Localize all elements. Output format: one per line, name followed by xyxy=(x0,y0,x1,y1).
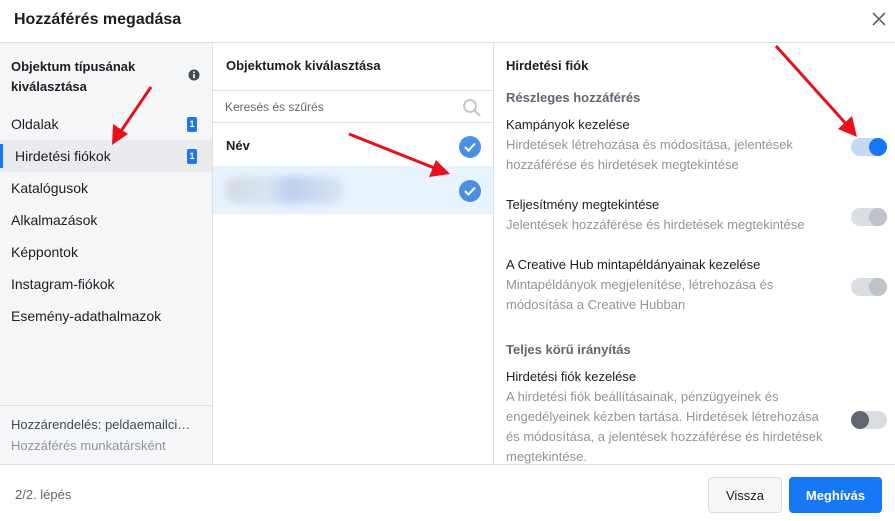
check-icon xyxy=(464,142,476,152)
toggle-knob xyxy=(869,278,887,296)
permission-title: Kampányok kezelése xyxy=(506,117,630,132)
name-column-header: Név xyxy=(226,138,250,153)
ad-account-row[interactable] xyxy=(213,166,493,214)
object-type-item-pages[interactable]: Oldalak 1 xyxy=(0,108,212,140)
object-type-item-instagram[interactable]: Instagram-fiókok xyxy=(0,268,212,300)
toggle-knob xyxy=(851,411,869,429)
dialog-title: Hozzáférés megadása xyxy=(14,11,182,28)
permission-description: Jelentések hozzáférése és hirdetések meg… xyxy=(506,217,805,232)
object-select-panel: Objektumok kiválasztása Név xyxy=(213,43,494,464)
search-row xyxy=(213,90,493,123)
redacted-account-name xyxy=(225,176,345,204)
object-type-item-ad-accounts[interactable]: Hirdetési fiókok 1 xyxy=(0,140,212,172)
object-type-heading: Objektum típusának kiválasztása xyxy=(11,59,136,94)
full-control-title: Teljes körű irányítás xyxy=(506,342,631,357)
object-type-item-pixels[interactable]: Képpontok xyxy=(0,236,212,268)
permission-title: A Creative Hub mintapéldányainak kezelés… xyxy=(506,257,761,272)
invite-button[interactable]: Meghívás xyxy=(789,477,882,513)
object-type-label: Képpontok xyxy=(11,244,78,260)
dialog-footer: 2/2. lépés Vissza Meghívás xyxy=(0,464,895,521)
object-type-label: Instagram-fiókok xyxy=(11,276,115,292)
permission-view-performance: Teljesítmény megtekintése Jelentések hoz… xyxy=(506,195,886,235)
select-all-checkbox[interactable] xyxy=(459,136,481,158)
permission-manage-campaigns: Kampányok kezelése Hirdetések létrehozás… xyxy=(506,115,886,175)
permission-title: Hirdetési fiók kezelése xyxy=(506,369,637,384)
count-badge: 1 xyxy=(187,149,197,164)
object-type-label: Esemény-adathalmazok xyxy=(11,308,162,324)
object-type-item-event-datasets[interactable]: Esemény-adathalmazok xyxy=(0,300,212,332)
permissions-panel: Hirdetési fiók Részleges hozzáférés Kamp… xyxy=(494,43,895,464)
back-button[interactable]: Vissza xyxy=(708,477,782,513)
view-performance-toggle[interactable] xyxy=(851,208,887,226)
object-type-label: Hirdetési fiókok xyxy=(15,148,111,164)
search-input[interactable] xyxy=(225,97,450,117)
check-icon xyxy=(464,186,476,196)
object-type-panel: Objektum típusának kiválasztása Oldalak … xyxy=(0,43,213,464)
name-header-row: Név xyxy=(213,129,493,165)
dialog-header: Hozzáférés megadása xyxy=(0,0,895,43)
permission-title: Teljesítmény megtekintése xyxy=(506,197,660,212)
search-icon[interactable] xyxy=(462,98,481,117)
object-select-heading: Objektumok kiválasztása xyxy=(226,58,381,73)
partial-access-title: Részleges hozzáférés xyxy=(506,90,641,105)
permission-description: Mintapéldányok megjelenítése, létrehozás… xyxy=(506,277,774,312)
toggle-knob xyxy=(869,208,887,226)
ad-account-checkbox[interactable] xyxy=(459,180,481,202)
permission-manage-ad-account: Hirdetési fiók kezelése A hirdetési fiók… xyxy=(506,367,886,464)
assignment-role: Hozzáférés munkatársként xyxy=(11,438,166,453)
object-type-item-apps[interactable]: Alkalmazások xyxy=(0,204,212,236)
creative-hub-toggle[interactable] xyxy=(851,278,887,296)
object-type-label: Oldalak xyxy=(11,116,59,132)
object-type-item-catalogs[interactable]: Katalógusok xyxy=(0,172,212,204)
permission-creative-hub: A Creative Hub mintapéldányainak kezelés… xyxy=(506,255,886,315)
permission-description: A hirdetési fiók beállításainak, pénzügy… xyxy=(506,389,823,464)
assignment-info: Hozzárendelés: peldaemailcim@ Hozzáférés… xyxy=(0,405,212,464)
object-type-label: Alkalmazások xyxy=(11,212,98,228)
close-icon[interactable] xyxy=(870,10,888,28)
object-type-label: Katalógusok xyxy=(11,180,89,196)
count-badge: 1 xyxy=(187,117,197,132)
toggle-knob xyxy=(869,138,887,156)
step-indicator: 2/2. lépés xyxy=(15,487,72,502)
permission-description: Hirdetések létrehozása és módosítása, je… xyxy=(506,137,793,172)
assignment-email: Hozzárendelés: peldaemailcim@ xyxy=(11,417,201,432)
manage-campaigns-toggle[interactable] xyxy=(851,138,887,156)
manage-ad-account-toggle[interactable] xyxy=(851,411,887,429)
info-icon[interactable] xyxy=(188,69,200,81)
permissions-heading: Hirdetési fiók xyxy=(506,58,589,73)
